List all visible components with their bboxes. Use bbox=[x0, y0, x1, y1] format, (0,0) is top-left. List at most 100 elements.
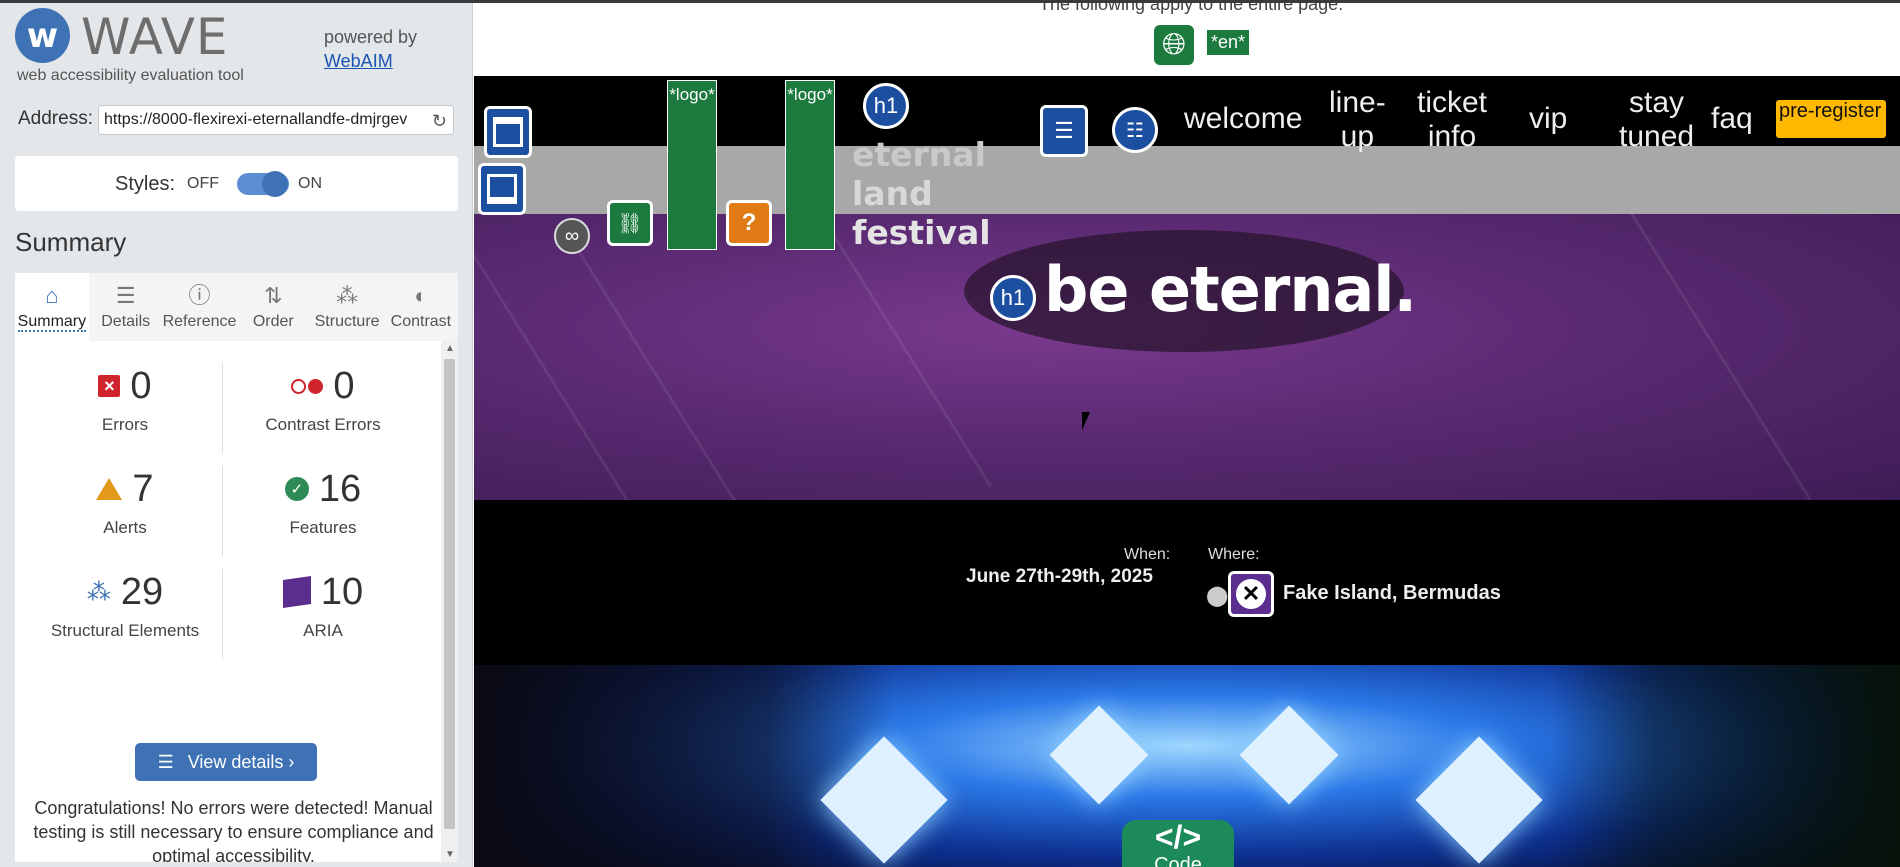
nav-line: ticket bbox=[1417, 86, 1488, 119]
tab-details[interactable]: ☰ Details bbox=[89, 273, 163, 341]
wave-sidebar: w WAVE web accessibility evaluation tool… bbox=[0, 3, 473, 867]
logo-alt-bar[interactable]: *logo* bbox=[785, 80, 835, 250]
alerts-count: 7 bbox=[132, 467, 154, 510]
code-icon: </> bbox=[1154, 819, 1202, 855]
nav-link-stay-tuned[interactable]: stay tuned bbox=[1619, 86, 1694, 154]
stage-shadow-right bbox=[1550, 665, 1900, 867]
page-level-notice: The following apply to the entire page: bbox=[1039, 3, 1344, 14]
hero-heading: be eternal. bbox=[1044, 253, 1417, 326]
brand-line: festival bbox=[852, 213, 991, 252]
landmark-icon[interactable] bbox=[484, 106, 532, 158]
where-label: Where: bbox=[1208, 546, 1260, 563]
wave-logo-text: WAVE bbox=[81, 8, 229, 66]
list-icon: ☰ bbox=[157, 751, 174, 772]
tab-label: Order bbox=[252, 313, 294, 330]
code-view-tab[interactable]: </> Code bbox=[1122, 820, 1234, 867]
location-pin-icon: ⬤ bbox=[1206, 585, 1229, 607]
address-input[interactable]: https://8000-flexirexi-eternallandfe-dmj… bbox=[98, 105, 454, 135]
scroll-up-arrow-icon[interactable]: ▲ bbox=[445, 343, 455, 354]
webaim-link[interactable]: WebAIM bbox=[324, 49, 417, 73]
address-label: Address: bbox=[18, 108, 93, 129]
logo-alt-bar[interactable]: *logo* bbox=[667, 80, 717, 250]
list-icon: ☰ bbox=[115, 283, 136, 308]
hero-light-beam bbox=[1628, 214, 1823, 500]
structural-stat[interactable]: ⁂ 29 Structural Elements bbox=[25, 567, 225, 641]
stage-light-panel bbox=[1049, 705, 1149, 805]
scroll-down-arrow-icon[interactable]: ▼ bbox=[445, 849, 455, 860]
nav-link-welcome[interactable]: welcome bbox=[1184, 102, 1302, 136]
tab-order[interactable]: ⇅ Order bbox=[236, 273, 310, 341]
linked-image-icon[interactable]: ⛓ bbox=[607, 200, 653, 246]
site-brand[interactable]: eternal land festival bbox=[852, 135, 991, 252]
powered-by-text: powered by bbox=[324, 27, 418, 47]
nav-link-line-up[interactable]: line-up bbox=[1329, 86, 1386, 154]
aria-hidden-error-icon[interactable]: ✕ bbox=[1228, 571, 1274, 617]
structural-count: 29 bbox=[120, 570, 164, 613]
nav-link-faq[interactable]: faq bbox=[1711, 102, 1753, 136]
tab-label: Structure bbox=[314, 313, 380, 330]
brand-line: land bbox=[852, 174, 933, 213]
errors-stat[interactable]: × 0 Errors bbox=[25, 361, 225, 435]
language-tag[interactable]: *en* bbox=[1207, 30, 1250, 55]
navigation-landmark-icon[interactable]: ☰ bbox=[1040, 105, 1088, 157]
contrast-icon: ◐ bbox=[414, 283, 428, 308]
wave-logo-icon[interactable]: w bbox=[15, 8, 70, 63]
alerts-stat[interactable]: 7 Alerts bbox=[25, 464, 225, 538]
h1-badge-icon[interactable]: h1 bbox=[990, 275, 1036, 321]
styles-toggle-panel: Styles: OFF ON bbox=[15, 156, 458, 211]
tab-reference[interactable]: ⓘ Reference bbox=[163, 273, 237, 341]
preregister-button[interactable]: pre-register bbox=[1776, 100, 1886, 138]
tab-contrast[interactable]: ◐ Contrast bbox=[384, 273, 458, 341]
order-icon: ⇅ bbox=[264, 283, 283, 308]
features-count: 16 bbox=[318, 467, 362, 510]
contrast-error-icon bbox=[291, 378, 324, 394]
toggle-knob bbox=[262, 171, 288, 197]
when-label: When: bbox=[1124, 546, 1171, 563]
hero-light-beam bbox=[798, 214, 993, 488]
language-globe-icon[interactable]: 🌐︎ bbox=[1154, 25, 1194, 65]
hero-light-beam bbox=[558, 220, 753, 500]
nav-line: vip bbox=[1529, 102, 1568, 135]
landmark-icon[interactable] bbox=[478, 163, 526, 215]
aria-label: ARIA bbox=[303, 621, 343, 640]
stage-light-panel bbox=[1239, 705, 1339, 805]
contrast-errors-label: Contrast Errors bbox=[265, 415, 381, 434]
aria-hidden-icon[interactable]: ∞ bbox=[554, 218, 590, 254]
event-info-band bbox=[474, 500, 1900, 665]
error-icon: × bbox=[98, 375, 121, 397]
hero-light-beam bbox=[474, 214, 633, 500]
tab-label: Reference bbox=[162, 313, 237, 330]
features-label: Features bbox=[289, 518, 357, 537]
alert-icon bbox=[96, 478, 123, 500]
styles-toggle[interactable] bbox=[237, 171, 289, 197]
reload-icon[interactable]: ↻ bbox=[432, 111, 447, 132]
info-icon: ⓘ bbox=[188, 283, 211, 308]
summary-heading: Summary bbox=[15, 227, 127, 257]
view-details-button[interactable]: ☰ View details › bbox=[135, 743, 317, 781]
alerts-label: Alerts bbox=[103, 518, 147, 537]
tab-label: Details bbox=[101, 313, 151, 330]
nav-line: stay bbox=[1629, 86, 1685, 119]
h1-badge-icon[interactable]: h1 bbox=[863, 83, 909, 129]
scrollbar-thumb[interactable] bbox=[444, 359, 455, 829]
nav-line: welcome bbox=[1184, 102, 1303, 135]
unordered-list-icon[interactable]: ☷ bbox=[1112, 107, 1158, 153]
panel-scrollbar[interactable]: ▲ ▼ bbox=[441, 341, 458, 862]
alert-question-icon[interactable]: ? bbox=[726, 200, 772, 246]
congrats-message: Congratulations! No errors were detected… bbox=[33, 798, 434, 862]
nav-link-ticket-info[interactable]: ticket info bbox=[1417, 86, 1487, 154]
nav-line: line- bbox=[1329, 86, 1386, 119]
nav-link-vip[interactable]: vip bbox=[1529, 102, 1567, 136]
structural-label: Structural Elements bbox=[50, 621, 200, 640]
features-stat[interactable]: ✓ 16 Features bbox=[223, 464, 423, 538]
contrast-errors-stat[interactable]: 0 Contrast Errors bbox=[223, 361, 423, 435]
nav-line: faq bbox=[1711, 102, 1753, 135]
nav-line: up bbox=[1340, 120, 1375, 153]
aria-stat[interactable]: 10 ARIA bbox=[223, 567, 423, 641]
errors-count: 0 bbox=[130, 364, 152, 407]
code-tab-label: Code bbox=[1154, 854, 1202, 867]
tab-structure[interactable]: ⁂ Structure bbox=[310, 273, 384, 341]
tab-label: Summary bbox=[17, 313, 87, 332]
styles-on-label: ON bbox=[298, 175, 322, 192]
tab-summary[interactable]: ⌂ Summary bbox=[15, 273, 89, 341]
